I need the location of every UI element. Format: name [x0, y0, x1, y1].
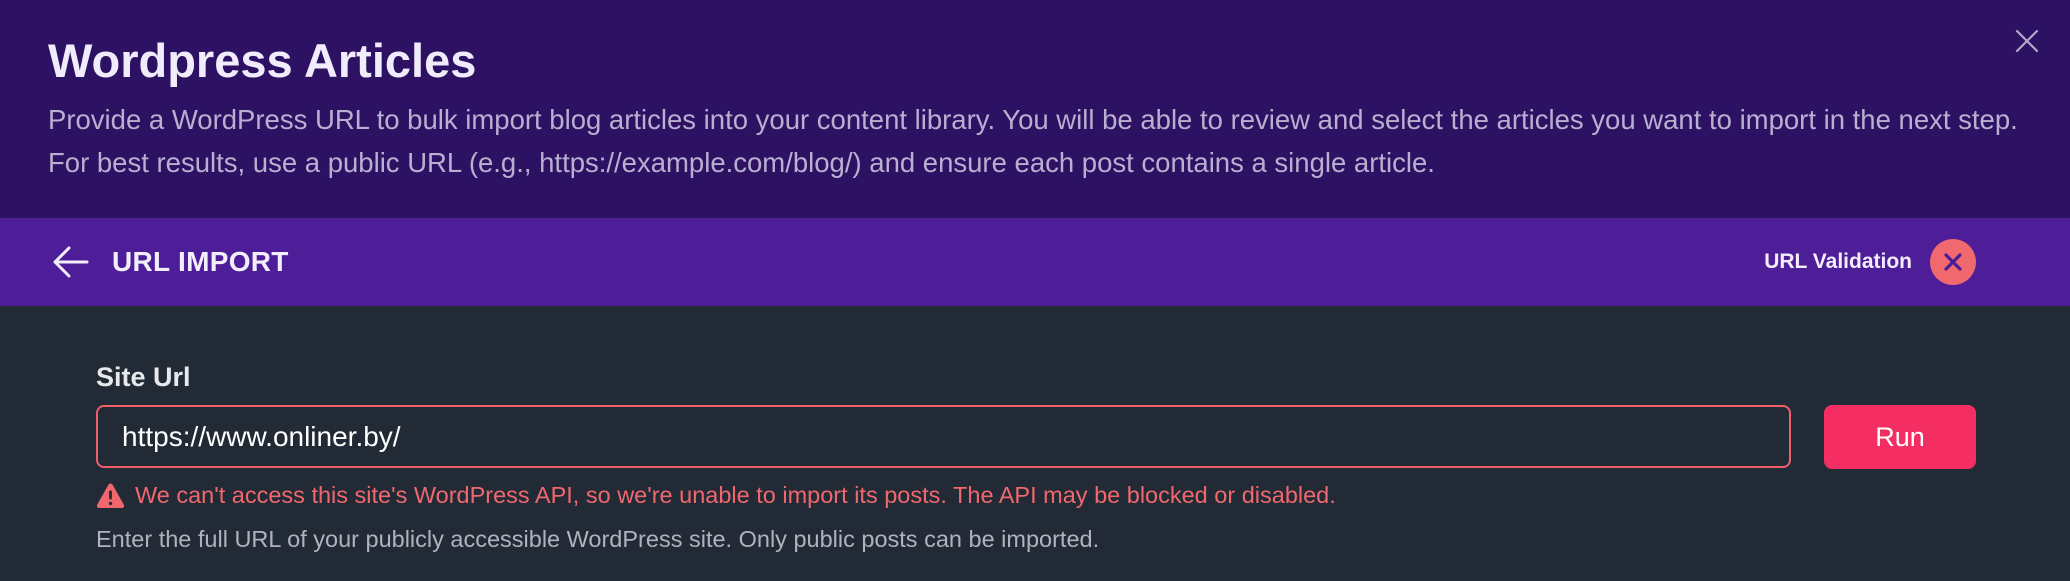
- modal-title: Wordpress Articles: [48, 34, 477, 87]
- site-url-label: Site Url: [96, 362, 191, 392]
- modal-description: Provide a WordPress URL to bulk import b…: [48, 104, 2018, 178]
- url-validation-status-badge: [1930, 239, 1976, 285]
- site-url-helper-text: Enter the full URL of your publicly acce…: [96, 526, 1100, 552]
- error-message: We can't access this site's WordPress AP…: [135, 482, 1336, 508]
- url-validation-label: URL Validation: [1764, 250, 1912, 273]
- back-button[interactable]: [52, 244, 90, 280]
- url-error: We can't access this site's WordPress AP…: [96, 478, 1336, 512]
- close-button[interactable]: [2014, 28, 2040, 54]
- run-button[interactable]: Run: [1824, 405, 1976, 469]
- close-icon: [2015, 29, 2039, 53]
- x-icon: [1944, 253, 1962, 271]
- modal-header: Wordpress Articles Provide a WordPress U…: [0, 0, 2070, 218]
- wordpress-import-modal: Wordpress Articles Provide a WordPress U…: [0, 0, 2070, 581]
- site-url-input[interactable]: [96, 405, 1791, 468]
- toolbar-title: URL IMPORT: [112, 246, 289, 277]
- import-toolbar: URL IMPORT URL Validation: [0, 218, 2070, 306]
- import-form: Site Url Run We can't access this site's…: [0, 306, 2070, 581]
- arrow-left-icon: [53, 246, 89, 278]
- warning-triangle-icon: [96, 483, 125, 508]
